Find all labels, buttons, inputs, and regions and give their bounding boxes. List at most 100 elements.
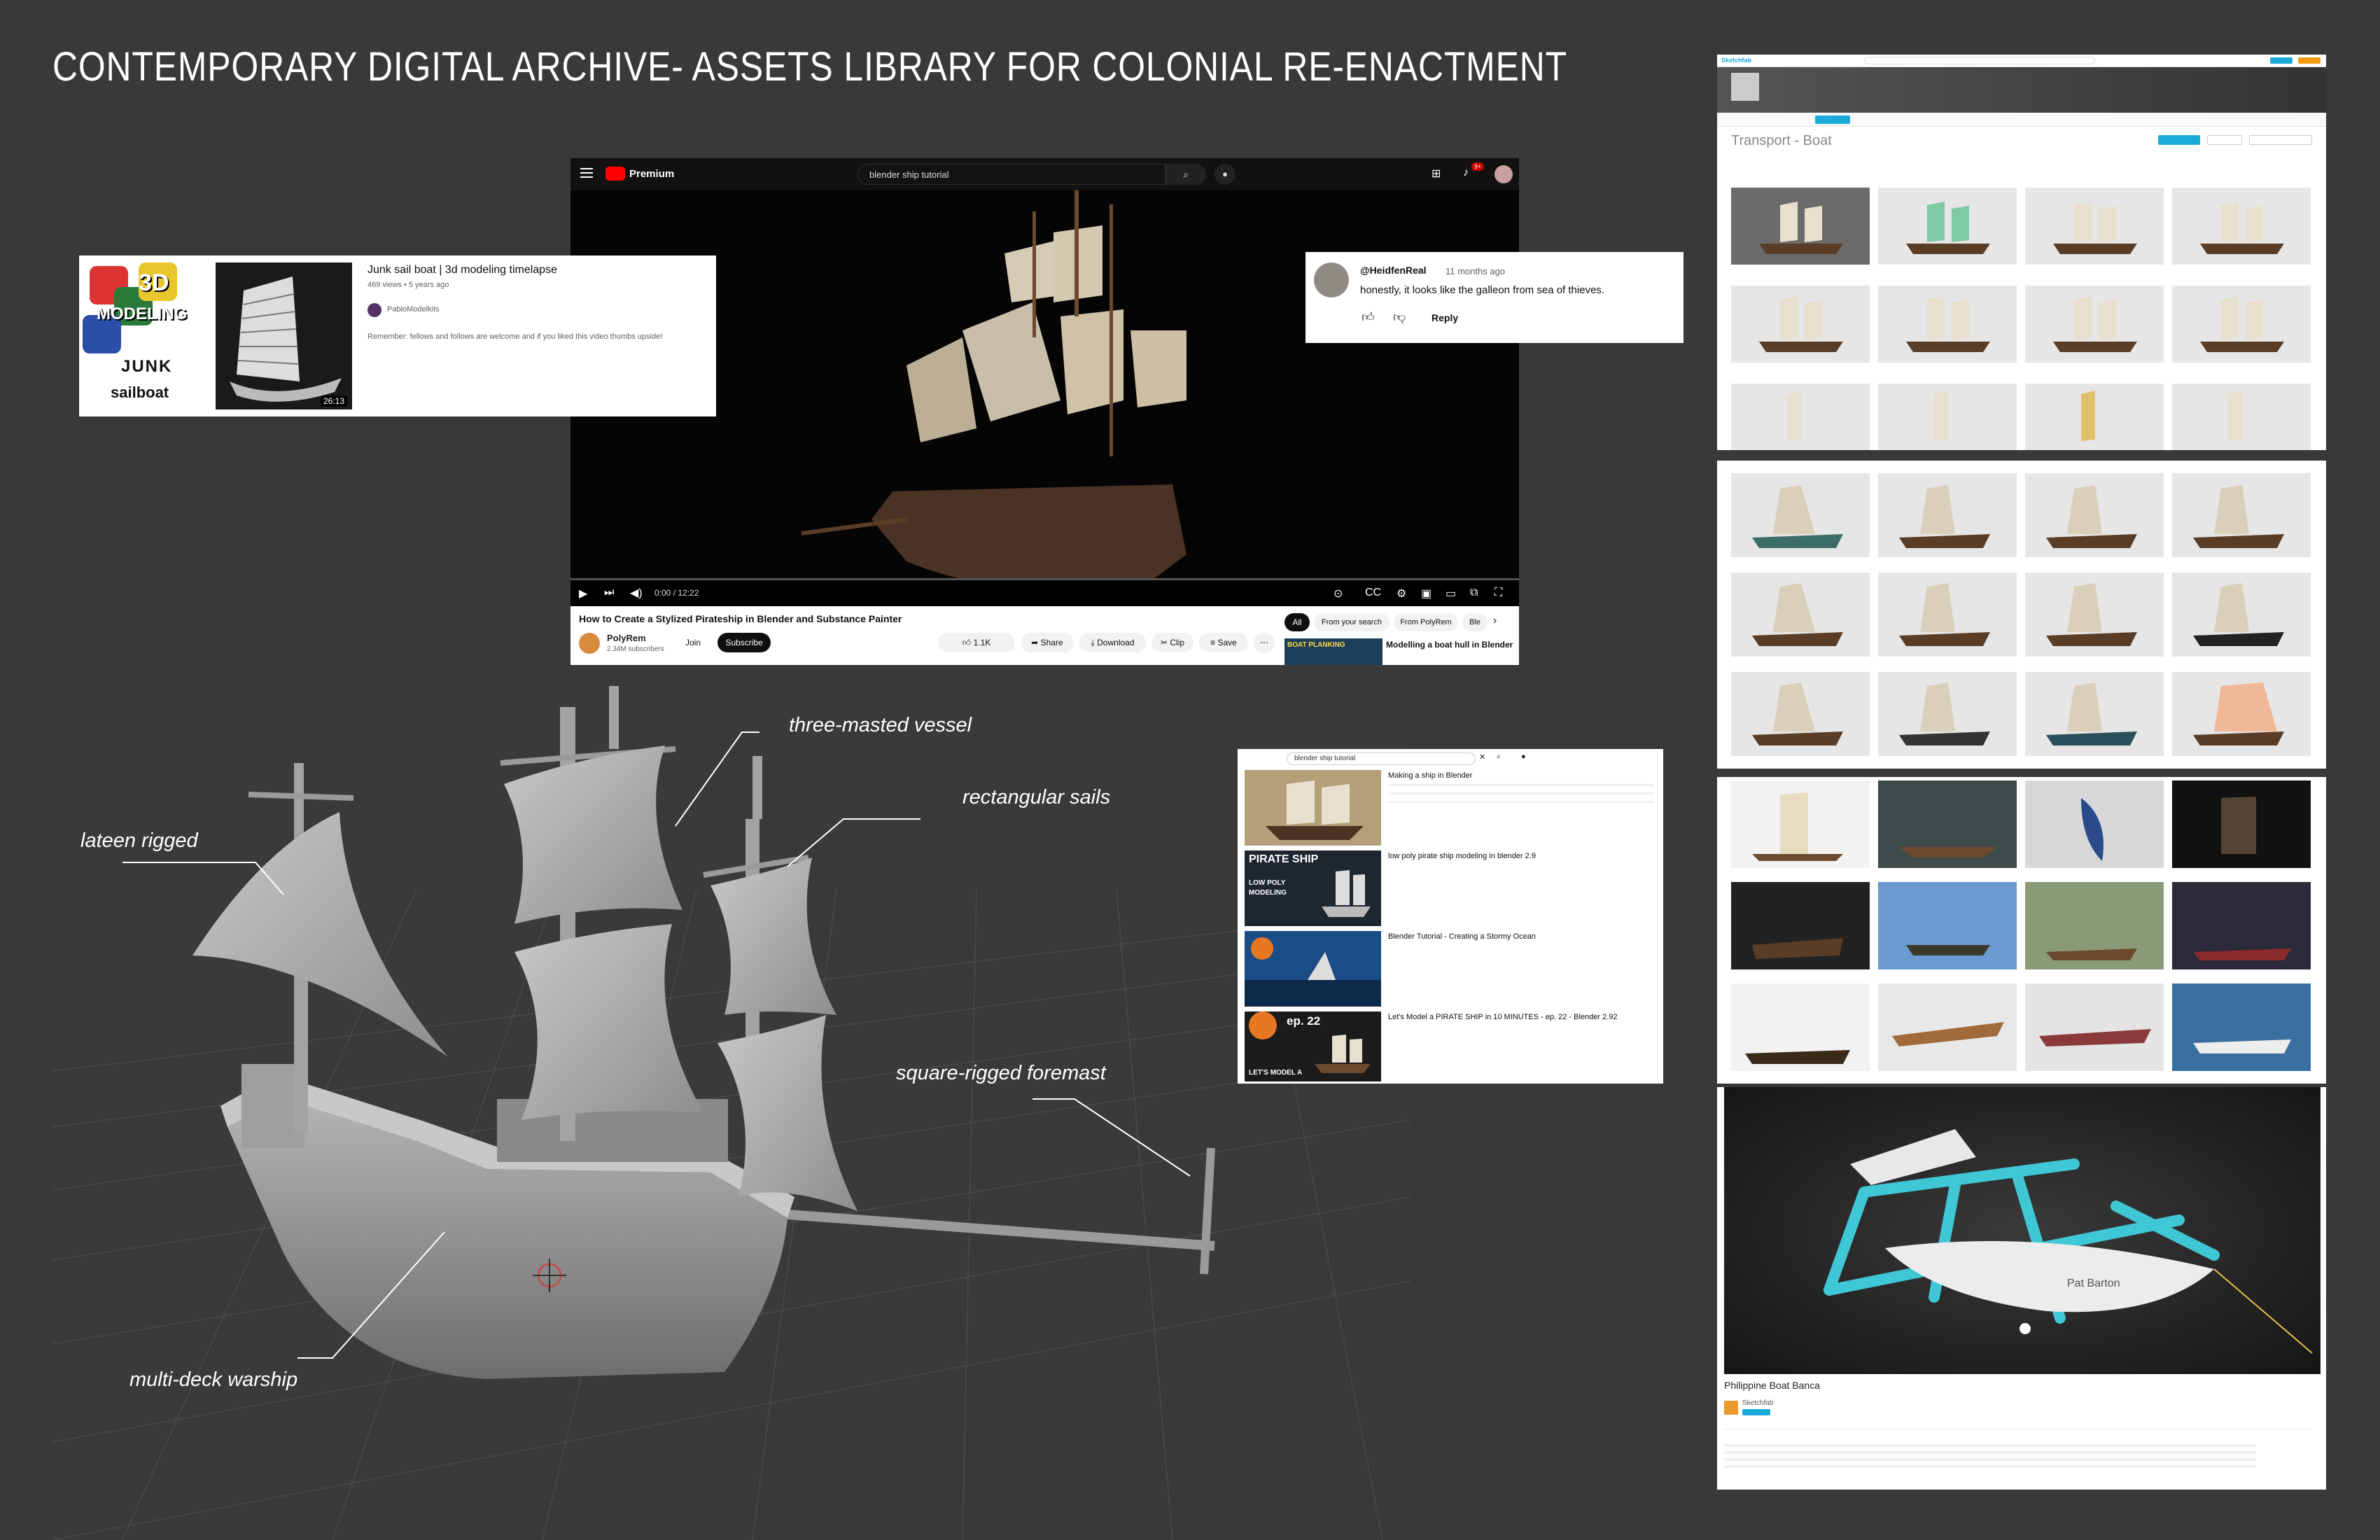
search-input[interactable]: blender ship tutorial [1287,752,1476,765]
create-icon[interactable]: ⊞ [1432,167,1441,181]
player-controls: ▶ ⏭ ◀) 0:00 / 12:22 ⊙ CC ⚙ ▣ ▭ ⧉ ⛶ [570,578,1519,606]
result-thumb-3[interactable] [1245,931,1381,1007]
follow-button[interactable] [2158,135,2200,145]
author-name[interactable]: Sketchfab [1742,1399,1773,1407]
menu-icon[interactable] [580,168,593,169]
fullscreen-icon[interactable]: ⛶ [1494,587,1502,599]
like-collection-button[interactable] [2207,135,2242,145]
result-title-1[interactable]: Making a ship in Blender [1388,771,1472,780]
embed-button[interactable] [2249,135,2312,145]
result-thumb-2[interactable]: PIRATE SHIP LOW POLY MODELING [1245,850,1381,926]
model-description [1724,1444,2256,1447]
chip-from-channel[interactable]: From PolyRem [1394,613,1458,631]
thumb-text-low-poly: LOW POLY MODELING [1249,879,1287,897]
sketchfab-logo[interactable]: Sketchfab [1721,57,1751,64]
progress-bar[interactable] [570,578,1519,580]
ship-model-render [52,686,1410,1540]
search-icon[interactable]: ⌕ [1497,752,1501,762]
search-button[interactable]: ⌕ [1166,164,1206,185]
annotation-square-rigged: square-rigged foremast [896,1062,1106,1084]
download-button[interactable]: ⤓ Download [1079,633,1146,652]
autoplay-toggle[interactable]: ⊙ [1334,587,1343,601]
like-button[interactable]: 👍︎ 1.1K [938,633,1015,652]
volume-icon[interactable]: ◀) [630,586,643,600]
junk-video-card[interactable]: 3D MODELING JUNK sailboat 26:13 Junk sai… [79,255,716,416]
follow-button[interactable] [1742,1409,1770,1415]
tab-collections[interactable] [1815,115,1850,124]
chip-blender[interactable]: Ble [1462,613,1488,631]
channel-avatar[interactable] [368,303,382,317]
upload-button[interactable] [2270,57,2292,64]
result-title-2[interactable]: low poly pirate ship modeling in blender… [1388,852,1536,860]
bell-icon[interactable]: ♪ [1463,167,1469,179]
annotation-rectangular-sails: rectangular sails [962,786,1111,808]
sketchfab-collection-panel: Sketchfab Transport - Boat [1717,55,2326,450]
thumb-up-icon[interactable]: 👍︎ [1362,309,1375,325]
chip-all[interactable]: All [1284,613,1310,631]
result-thumb-4[interactable]: ep. 22 LET'S MODEL A [1245,1011,1381,1082]
save-button[interactable]: ≡ Save [1199,633,1248,652]
model-3d-viewer[interactable]: Pat Barton [1724,1087,2320,1374]
result-title-4[interactable]: Let's Model a PIRATE SHIP in 10 MINUTES … [1388,1013,1618,1021]
subscribe-button[interactable]: Subscribe [718,633,771,652]
download-label: Download [1097,638,1135,648]
comment-card: @HeidfenReal 11 months ago honestly, it … [1306,252,1684,343]
annotation-multi-deck: multi-deck warship [130,1368,298,1391]
channel-name[interactable]: PolyRem [607,633,646,643]
time-display: 0:00 / 12:22 [654,588,699,598]
cast-icon[interactable]: ⧉ [1470,587,1478,599]
captions-icon[interactable]: CC [1365,587,1381,599]
more-button[interactable]: ⋯ [1254,633,1275,652]
brand-label: Premium [629,168,675,180]
mic-icon[interactable]: ● [1214,164,1236,185]
commenter-avatar[interactable] [1314,262,1349,298]
junk-channel-name[interactable]: PabloModelkits [387,305,440,314]
junk-thumbnail[interactable]: 3D MODELING JUNK sailboat 26:13 [83,259,356,413]
thumb-up-icon: 👍︎ [962,638,974,648]
channel-avatar[interactable] [579,633,600,654]
thumb-text-modeling: MODELING [97,304,188,323]
sketchfab-topbar: Sketchfab [1717,55,2326,67]
miniplayer-icon[interactable]: ▣ [1421,587,1432,601]
reply-button[interactable]: Reply [1432,312,1458,323]
hull-text: Pat Barton [2067,1278,2120,1289]
junk-video-title[interactable]: Junk sail boat | 3d modeling timelapse [368,264,557,276]
blender-viewport[interactable]: three-masted vessel rectangular sails la… [52,679,1410,1540]
youtube-logo-icon[interactable] [606,167,625,181]
annotation-three-masted: three-masted vessel [789,714,972,736]
author-avatar[interactable] [1724,1401,1738,1415]
theater-icon[interactable]: ▭ [1446,587,1456,601]
like-count: 1.1K [973,638,991,648]
share-button[interactable]: ➦ Share [1021,633,1074,652]
settings-icon[interactable]: ⚙ [1396,587,1406,601]
thumb-text-pirate-ship: PIRATE SHIP [1249,853,1319,865]
result-thumb-1[interactable] [1245,770,1381,846]
comment-author[interactable]: @HeidfenReal [1360,265,1427,276]
next-icon[interactable]: ⏭ [604,587,614,599]
junk-video-meta: 469 views • 5 years ago [368,281,449,289]
ship-thumbnails [1759,202,2284,441]
next-video-thumbnail[interactable]: BOAT PLANKING [1284,638,1382,665]
video-duration: 26:13 [321,396,348,407]
profile-avatar[interactable] [1731,73,1759,101]
join-button[interactable]: Join [676,633,710,652]
thumb-down-icon[interactable]: 👎︎ [1393,309,1406,325]
clip-label: Clip [1170,638,1185,648]
subscriber-count: 2.34M subscribers [607,645,664,653]
mic-icon[interactable]: ● [1521,752,1526,761]
search-results-panel: blender ship tutorial ✕ ⌕ ● Making a shi… [1238,749,1663,1084]
search-input[interactable]: blender ship tutorial [858,164,1166,185]
next-video-title[interactable]: Modelling a boat hull in Blender [1386,640,1513,650]
avatar[interactable] [1494,165,1513,183]
chevron-right-icon[interactable]: › [1493,615,1497,627]
buy-button[interactable] [2298,57,2320,64]
comment-text: honestly, it looks like the galleon from… [1360,284,1605,296]
close-icon[interactable]: ✕ [1479,752,1485,762]
chip-from-search[interactable]: From your search [1314,613,1390,631]
clip-button[interactable]: ✂ Clip [1152,633,1194,652]
share-icon: ➦ [1031,638,1041,648]
play-icon[interactable]: ▶ [579,587,587,601]
result-title-3[interactable]: Blender Tutorial - Creating a Stormy Oce… [1388,932,1536,941]
thumb-text-junk: JUNK [121,357,173,376]
search-input[interactable] [1864,57,2095,64]
